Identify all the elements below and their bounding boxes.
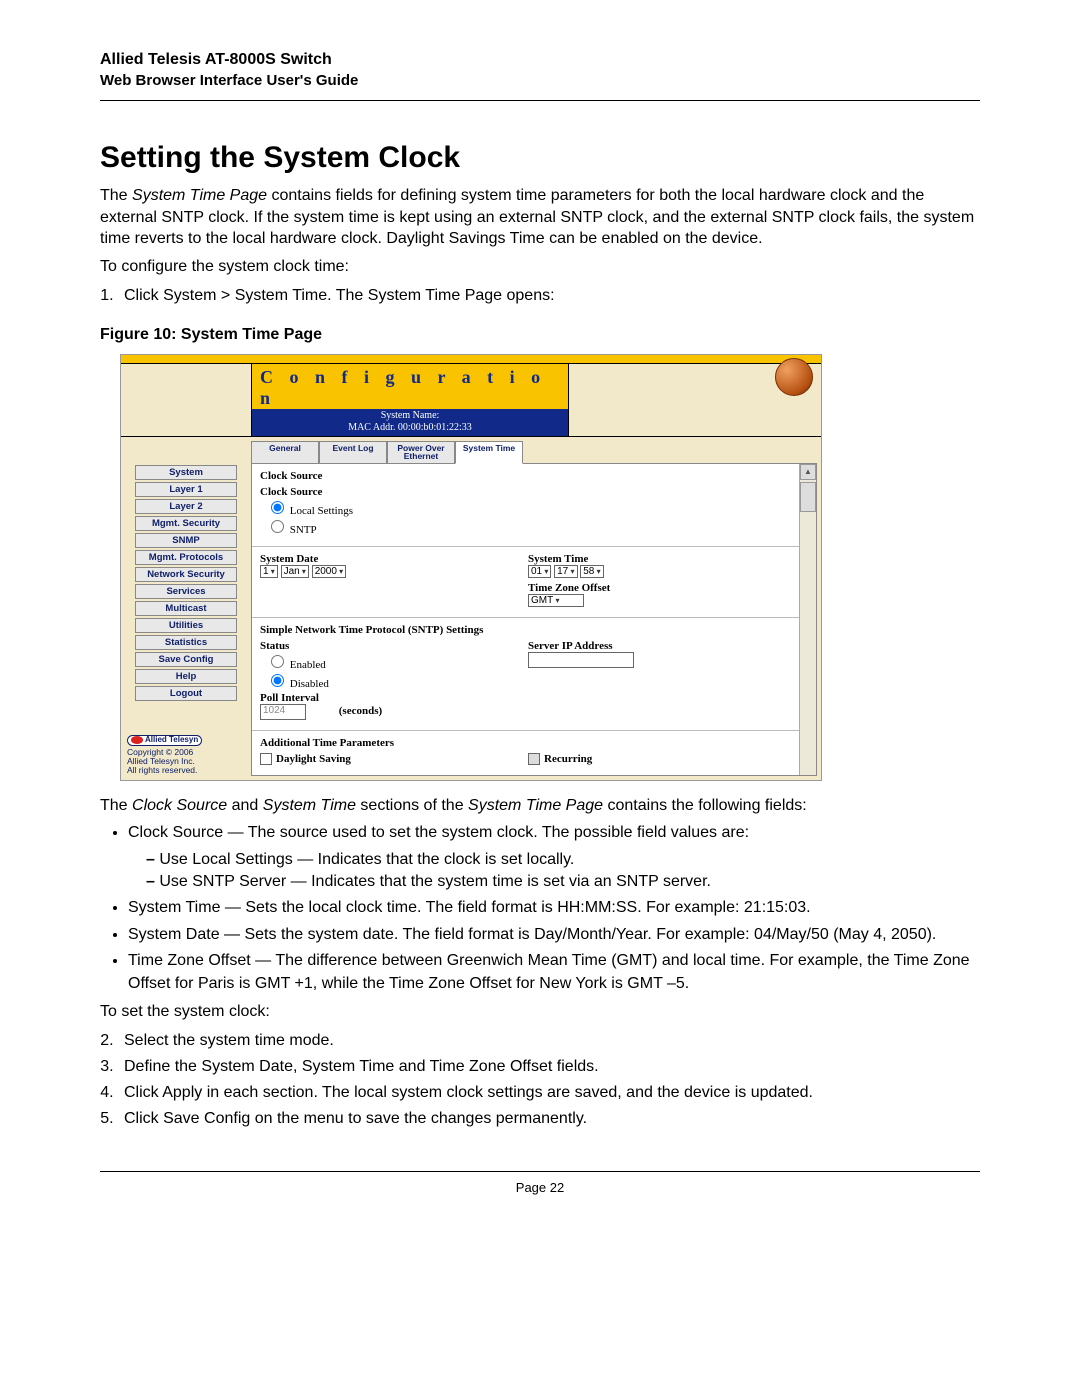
doc-title: Allied Telesis AT-8000S Switch (100, 50, 980, 71)
step-1: Click System > System Time. The System T… (118, 284, 980, 308)
field-local-settings: Use Local Settings — Indicates that the … (146, 849, 980, 871)
field-system-date: System Date — Sets the system date. The … (128, 924, 980, 946)
config-title: C o n f i g u r a t i o n (260, 367, 560, 409)
label-tz-offset: Time Zone Offset (528, 582, 796, 594)
doc-subtitle: Web Browser Interface User's Guide (100, 71, 980, 91)
label-system-date: System Date (260, 553, 528, 565)
sidebar-item-multicast[interactable]: Multicast (135, 601, 237, 616)
sidebar-item-mgmt-security[interactable]: Mgmt. Security (135, 516, 237, 531)
label-status: Status (260, 640, 528, 652)
sidebar: System Layer 1 Layer 2 Mgmt. Security SN… (121, 437, 251, 780)
sidebar-item-utilities[interactable]: Utilities (135, 618, 237, 633)
sidebar-item-save-config[interactable]: Save Config (135, 652, 237, 667)
label-system-time: System Time (528, 553, 796, 565)
select-date-year[interactable]: 2000 (312, 565, 347, 578)
post-figure-text: The Clock Source and System Time section… (100, 795, 980, 817)
page-number: Page 22 (100, 1180, 980, 1195)
step-5: Click Save Config on the menu to save th… (118, 1107, 980, 1131)
field-tz-offset: Time Zone Offset — The difference betwee… (128, 950, 980, 995)
sect-clock-source-title: Clock Source (260, 470, 796, 482)
label-poll-interval: Poll Interval (260, 692, 528, 704)
field-system-time: System Time — Sets the local clock time.… (128, 897, 980, 919)
radio-disabled[interactable]: Disabled (266, 678, 329, 690)
sidebar-item-network-security[interactable]: Network Security (135, 567, 237, 582)
label-server-ip: Server IP Address (528, 640, 796, 652)
sidebar-item-statistics[interactable]: Statistics (135, 635, 237, 650)
footer-rule (100, 1171, 980, 1172)
figure-caption: Figure 10: System Time Page (100, 326, 980, 344)
sect-sntp-title: Simple Network Time Protocol (SNTP) Sett… (260, 624, 796, 636)
sidebar-item-help[interactable]: Help (135, 669, 237, 684)
tab-general[interactable]: General (251, 441, 319, 464)
step-2: Select the system time mode. (118, 1029, 980, 1053)
configure-lead: To configure the system clock time: (100, 256, 980, 278)
select-date-day[interactable]: 1 (260, 565, 278, 578)
radio-enabled[interactable]: Enabled (266, 659, 326, 671)
select-time-ss[interactable]: 58 (580, 565, 603, 578)
step-3: Define the System Date, System Time and … (118, 1055, 980, 1079)
field-sntp-server: Use SNTP Server — Indicates that the sys… (146, 871, 980, 893)
sidebar-item-layer1[interactable]: Layer 1 (135, 482, 237, 497)
set-clock-lead: To set the system clock: (100, 1001, 980, 1023)
select-date-month[interactable]: Jan (281, 565, 309, 578)
sidebar-item-system[interactable]: System (135, 465, 237, 480)
label-seconds: (seconds) (339, 705, 382, 717)
main-panel: General Event Log Power OverEthernet Sys… (251, 437, 821, 780)
checkbox-recurring[interactable]: Recurring (528, 753, 592, 765)
sidebar-item-logout[interactable]: Logout (135, 686, 237, 701)
radio-sntp[interactable]: SNTP (266, 524, 317, 536)
sidebar-item-mgmt-protocols[interactable]: Mgmt. Protocols (135, 550, 237, 565)
step-4: Click Apply in each section. The local s… (118, 1081, 980, 1105)
sidebar-item-snmp[interactable]: SNMP (135, 533, 237, 548)
sect-additional-title: Additional Time Parameters (260, 737, 796, 749)
sidebar-item-layer2[interactable]: Layer 2 (135, 499, 237, 514)
sidebar-item-services[interactable]: Services (135, 584, 237, 599)
tab-event-log[interactable]: Event Log (319, 441, 387, 464)
tab-poe[interactable]: Power OverEthernet (387, 441, 455, 464)
scroll-up-icon[interactable] (800, 464, 816, 480)
label-clock-source: Clock Source (260, 486, 796, 498)
intro-paragraph: The System Time Page contains fields for… (100, 185, 980, 250)
select-time-hh[interactable]: 01 (528, 565, 551, 578)
tab-system-time[interactable]: System Time (455, 441, 523, 464)
scrollbar[interactable] (799, 464, 816, 775)
header-rule (100, 100, 980, 101)
figure-screenshot: C o n f i g u r a t i o n System Name: M… (120, 354, 822, 781)
scroll-thumb[interactable] (800, 482, 816, 512)
select-tz-offset[interactable]: GMT (528, 594, 584, 607)
globe-icon (775, 358, 813, 396)
input-poll-interval[interactable]: 1024 (260, 704, 306, 720)
input-server-ip[interactable] (528, 652, 634, 668)
field-clock-source: Clock Source — The source used to set th… (128, 822, 980, 893)
select-time-mm[interactable]: 17 (554, 565, 577, 578)
checkbox-daylight-saving[interactable]: Daylight Saving (260, 753, 351, 765)
radio-local[interactable]: Local Settings (266, 505, 353, 517)
brand-footer: Allied Telesyn Copyright © 2006 Allied T… (127, 735, 245, 776)
sysinfo-bar: System Name: MAC Addr. 00:00:b0:01:22:33 (252, 409, 568, 436)
section-heading: Setting the System Clock (100, 141, 980, 175)
